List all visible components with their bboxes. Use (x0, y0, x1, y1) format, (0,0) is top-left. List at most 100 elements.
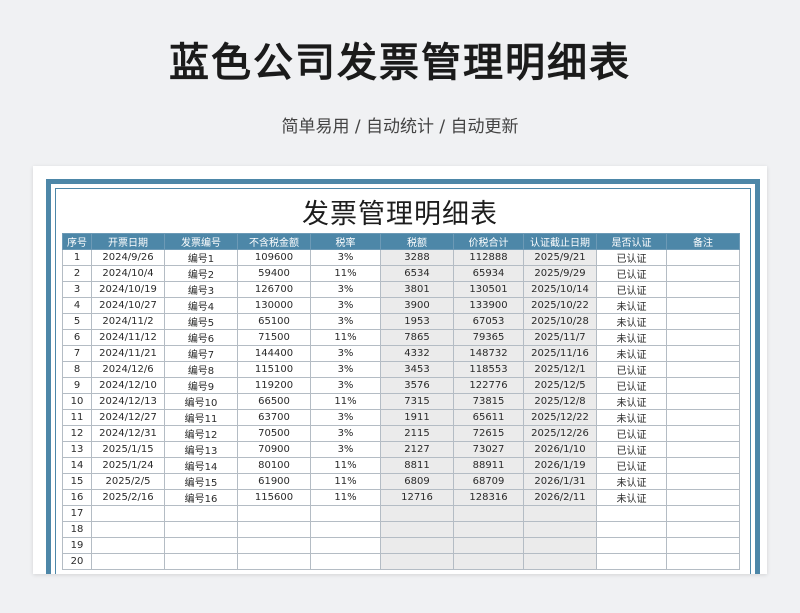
cell-col-deadline: 2025/10/14 (523, 281, 597, 298)
header-col-deadline: 认证截止日期 (523, 233, 597, 250)
table-row: 4 2024/10/27 编号4 130000 3% 3900 133900 2025/10/… (62, 297, 740, 314)
cell-col-total (453, 537, 524, 554)
cell-col-remark (666, 249, 740, 266)
cell-col-deadline: 2026/1/19 (523, 457, 597, 474)
cell-col-total: 112888 (453, 249, 524, 266)
cell-col-invoice-no (164, 505, 238, 522)
cell-col-tax-amount: 3453 (380, 361, 454, 378)
cell-col-certified: 未认证 (596, 393, 667, 410)
cell-col-amount-ex-tax: 126700 (237, 281, 311, 298)
cell-col-invoice-no (164, 521, 238, 538)
cell-col-issue-date: 2025/1/15 (91, 441, 165, 458)
cell-col-index: 1 (62, 249, 92, 266)
cell-col-tax-rate: 3% (310, 441, 381, 458)
cell-col-tax-rate: 3% (310, 313, 381, 330)
cell-col-index: 18 (62, 521, 92, 538)
table-row: 7 2024/11/21 编号7 144400 3% 4332 148732 2025/11/… (62, 345, 740, 362)
cell-col-issue-date: 2025/2/5 (91, 473, 165, 490)
cell-col-amount-ex-tax: 80100 (237, 457, 311, 474)
cell-col-index: 4 (62, 297, 92, 314)
table-row: 8 2024/12/6 编号8 115100 3% 3453 118553 2025/12/1… (62, 361, 740, 378)
cell-col-total: 88911 (453, 457, 524, 474)
cell-col-remark (666, 505, 740, 522)
cell-col-amount-ex-tax: 71500 (237, 329, 311, 346)
cell-col-index: 2 (62, 265, 92, 282)
cell-col-deadline: 2025/12/1 (523, 361, 597, 378)
table-row: 12 2024/12/31 编号12 70500 3% 2115 72615 2025/12/… (62, 425, 740, 442)
table-row: 2 2024/10/4 编号2 59400 11% 6534 65934 2025/9/29 已… (62, 265, 740, 282)
table-row: 5 2024/11/2 编号5 65100 3% 1953 67053 2025/10/28 未… (62, 313, 740, 330)
cell-col-remark (666, 537, 740, 554)
cell-col-deadline: 2026/1/31 (523, 473, 597, 490)
header-col-remark: 备注 (666, 233, 740, 250)
cell-col-certified (596, 521, 667, 538)
cell-col-certified: 已认证 (596, 457, 667, 474)
cell-col-total: 65934 (453, 265, 524, 282)
cell-col-tax-rate (310, 537, 381, 554)
cell-col-total: 67053 (453, 313, 524, 330)
table-row: 10 2024/12/13 编号10 66500 11% 7315 73815 2025/12… (62, 393, 740, 410)
cell-col-index: 10 (62, 393, 92, 410)
cell-col-remark (666, 409, 740, 426)
cell-col-amount-ex-tax (237, 553, 311, 570)
cell-col-deadline: 2025/10/22 (523, 297, 597, 314)
cell-col-tax-amount: 7315 (380, 393, 454, 410)
cell-col-total: 130501 (453, 281, 524, 298)
table-row: 9 2024/12/10 编号9 119200 3% 3576 122776 2025/12/… (62, 377, 740, 394)
cell-col-certified: 未认证 (596, 345, 667, 362)
table-row: 18 (62, 521, 740, 538)
cell-col-index: 16 (62, 489, 92, 506)
cell-col-tax-amount: 3900 (380, 297, 454, 314)
cell-col-tax-rate: 11% (310, 329, 381, 346)
cell-col-certified: 已认证 (596, 377, 667, 394)
header-col-amount-ex-tax: 不含税金额 (237, 233, 311, 250)
cell-col-total: 79365 (453, 329, 524, 346)
cell-col-remark (666, 441, 740, 458)
cell-col-tax-amount: 6534 (380, 265, 454, 282)
cell-col-amount-ex-tax: 61900 (237, 473, 311, 490)
cell-col-deadline: 2025/12/26 (523, 425, 597, 442)
cell-col-tax-rate: 3% (310, 425, 381, 442)
sheet-title: 发票管理明细表 (302, 199, 498, 230)
cell-col-total: 118553 (453, 361, 524, 378)
cell-col-certified: 已认证 (596, 425, 667, 442)
cell-col-invoice-no: 编号3 (164, 281, 238, 298)
cell-col-tax-amount: 12716 (380, 489, 454, 506)
table-row: 19 (62, 537, 740, 554)
cell-col-total (453, 505, 524, 522)
cell-col-tax-rate: 3% (310, 409, 381, 426)
page-title: 蓝色公司发票管理明细表 (169, 40, 631, 86)
cell-col-amount-ex-tax (237, 537, 311, 554)
cell-col-deadline (523, 521, 597, 538)
cell-col-amount-ex-tax: 59400 (237, 265, 311, 282)
cell-col-tax-rate: 11% (310, 393, 381, 410)
cell-col-remark (666, 377, 740, 394)
cell-col-total: 73027 (453, 441, 524, 458)
cell-col-tax-rate: 3% (310, 281, 381, 298)
table-row: 16 2025/2/16 编号16 115600 11% 12716 128316 2026/… (62, 489, 740, 506)
cell-col-invoice-no: 编号7 (164, 345, 238, 362)
cell-col-invoice-no: 编号4 (164, 297, 238, 314)
cell-col-tax-amount: 3576 (380, 377, 454, 394)
cell-col-certified: 已认证 (596, 361, 667, 378)
cell-col-index: 3 (62, 281, 92, 298)
cell-col-deadline: 2025/10/28 (523, 313, 597, 330)
cell-col-certified: 未认证 (596, 409, 667, 426)
cell-col-index: 7 (62, 345, 92, 362)
cell-col-tax-amount: 2115 (380, 425, 454, 442)
cell-col-invoice-no: 编号13 (164, 441, 238, 458)
cell-col-issue-date: 2024/11/21 (91, 345, 165, 362)
cell-col-deadline: 2025/12/5 (523, 377, 597, 394)
cell-col-amount-ex-tax: 66500 (237, 393, 311, 410)
table-row: 1 2024/9/26 编号1 109600 3% 3288 112888 2025/9/21… (62, 249, 740, 266)
cell-col-issue-date: 2024/10/4 (91, 265, 165, 282)
table-row: 14 2025/1/24 编号14 80100 11% 8811 88911 2026/1/1… (62, 457, 740, 474)
cell-col-deadline (523, 537, 597, 554)
cell-col-index: 15 (62, 473, 92, 490)
cell-col-invoice-no (164, 553, 238, 570)
cell-col-issue-date: 2024/12/6 (91, 361, 165, 378)
table-row: 20 (62, 553, 740, 570)
cell-col-total (453, 521, 524, 538)
cell-col-tax-amount: 3801 (380, 281, 454, 298)
cell-col-certified: 未认证 (596, 489, 667, 506)
